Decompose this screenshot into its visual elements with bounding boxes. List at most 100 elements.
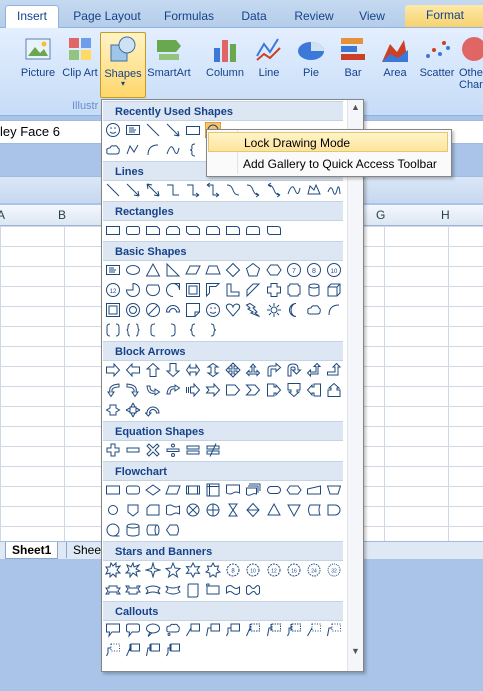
punched-tape-shape-icon[interactable] bbox=[165, 502, 181, 518]
cloud-shape-icon[interactable] bbox=[306, 302, 322, 318]
curved-left-arrow-shape-icon[interactable] bbox=[125, 382, 141, 398]
predefined-process-shape-icon[interactable] bbox=[185, 482, 201, 498]
process-shape-icon[interactable] bbox=[105, 482, 121, 498]
multiply-shape-icon[interactable] bbox=[145, 442, 161, 458]
curved-arrow-icon[interactable] bbox=[245, 182, 261, 198]
plus-shape-icon[interactable] bbox=[105, 442, 121, 458]
extract-shape-icon[interactable] bbox=[266, 502, 282, 518]
line-chart-button[interactable]: Line bbox=[247, 32, 291, 96]
textbox-shape-icon[interactable] bbox=[125, 122, 141, 138]
explosion1-shape-icon[interactable] bbox=[105, 562, 121, 578]
snip-corner-rectangle-icon[interactable] bbox=[145, 222, 161, 238]
off-page-connector-shape-icon[interactable] bbox=[125, 502, 141, 518]
connector-shape-icon[interactable] bbox=[105, 502, 121, 518]
sheet-tab-1[interactable]: Sheet1 bbox=[5, 542, 59, 559]
line-callout-2-border-accent-icon[interactable] bbox=[145, 642, 161, 658]
down-ribbon-shape-icon[interactable] bbox=[125, 582, 141, 598]
sun-shape-icon[interactable] bbox=[266, 302, 282, 318]
sort-shape-icon[interactable] bbox=[245, 502, 261, 518]
column-header[interactable]: B bbox=[58, 208, 66, 222]
pie-shape-icon[interactable] bbox=[125, 282, 141, 298]
left-right-arrow-callout-icon[interactable] bbox=[105, 402, 121, 418]
rounded-rectangle-icon[interactable] bbox=[125, 222, 141, 238]
donut-shape-icon[interactable] bbox=[125, 302, 141, 318]
arrow-shape-icon[interactable] bbox=[165, 122, 181, 138]
quad-arrow-shape-icon[interactable] bbox=[225, 362, 242, 378]
equal-shape-icon[interactable] bbox=[185, 442, 201, 458]
chord-shape-icon[interactable] bbox=[145, 282, 161, 298]
manual-input-shape-icon[interactable] bbox=[306, 482, 322, 498]
column-header[interactable]: A bbox=[0, 208, 5, 222]
star-5-point-icon[interactable] bbox=[165, 562, 182, 578]
not-equal-shape-icon[interactable] bbox=[205, 442, 221, 458]
arrow-shape-icon[interactable] bbox=[125, 182, 141, 198]
alternate-process-shape-icon[interactable] bbox=[125, 482, 141, 498]
pie-chart-button[interactable]: Pie bbox=[289, 32, 333, 96]
l-shape-icon[interactable] bbox=[225, 282, 241, 298]
decagon-shape-icon[interactable]: 10 bbox=[326, 262, 342, 278]
down-arrow-shape-icon[interactable] bbox=[165, 362, 181, 378]
pentagon-arrow-shape-icon[interactable] bbox=[225, 382, 241, 398]
scroll-down-icon[interactable]: ▼ bbox=[351, 646, 360, 656]
right-arrow-callout-icon[interactable] bbox=[266, 382, 282, 398]
cross-shape-icon[interactable] bbox=[266, 282, 282, 298]
horizontal-scroll-icon[interactable] bbox=[205, 582, 221, 598]
scroll-up-icon[interactable]: ▲ bbox=[351, 102, 360, 112]
snip-diagonal-rectangle-icon[interactable] bbox=[185, 222, 201, 238]
column-chart-button[interactable]: Column bbox=[203, 32, 247, 96]
textbox-shape-icon[interactable] bbox=[105, 262, 121, 278]
right-brace-shape-icon[interactable] bbox=[205, 322, 221, 338]
curved-connector-icon[interactable] bbox=[225, 182, 241, 198]
pentagon-shape-icon[interactable] bbox=[245, 262, 261, 278]
sequential-access-storage-icon[interactable] bbox=[105, 522, 121, 538]
tab-insert[interactable]: Insert bbox=[5, 5, 59, 28]
decision-shape-icon[interactable] bbox=[145, 482, 161, 498]
arc-shape-icon[interactable] bbox=[145, 142, 161, 158]
delay-shape-icon[interactable] bbox=[326, 502, 342, 518]
left-arrow-callout-icon[interactable] bbox=[306, 382, 322, 398]
cube-shape-icon[interactable] bbox=[326, 282, 342, 298]
clipart-button[interactable]: Clip Art bbox=[58, 32, 102, 96]
curved-down-ribbon-icon[interactable] bbox=[165, 582, 181, 598]
half-frame-shape-icon[interactable] bbox=[205, 282, 221, 298]
elbow-arrow-icon[interactable] bbox=[185, 182, 201, 198]
chevron-shape-icon[interactable] bbox=[245, 382, 261, 398]
area-chart-button[interactable]: Area bbox=[373, 32, 417, 96]
star-6-point-icon[interactable] bbox=[185, 562, 201, 578]
teardrop-shape-icon[interactable] bbox=[165, 282, 181, 298]
curve-shape-icon[interactable] bbox=[165, 142, 181, 158]
scribble-shape-icon[interactable] bbox=[326, 182, 342, 198]
heptagon-shape-icon[interactable]: 7 bbox=[286, 262, 302, 278]
line-callout-1-icon[interactable] bbox=[185, 622, 201, 638]
line-callout-3-no-border-icon[interactable] bbox=[105, 642, 121, 658]
quad-arrow-callout-icon[interactable] bbox=[125, 402, 141, 418]
double-arrow-shape-icon[interactable] bbox=[145, 182, 161, 198]
diagonal-stripe-icon[interactable] bbox=[245, 282, 261, 298]
line-callout-3-icon[interactable] bbox=[225, 622, 241, 638]
division-shape-icon[interactable] bbox=[165, 442, 181, 458]
notched-right-arrow-shape-icon[interactable] bbox=[205, 382, 221, 398]
line-callout-3-border-accent-icon[interactable] bbox=[165, 642, 181, 658]
smiley-face-shape-icon[interactable] bbox=[205, 302, 221, 318]
snip-same-side-rectangle-icon[interactable] bbox=[165, 222, 181, 238]
no-symbol-shape-icon[interactable] bbox=[145, 302, 161, 318]
rectangle-shape-icon[interactable] bbox=[185, 122, 201, 138]
octagon-shape-icon[interactable]: 8 bbox=[306, 262, 322, 278]
freeform-shape-icon[interactable] bbox=[306, 182, 322, 198]
or-shape-icon[interactable] bbox=[205, 502, 221, 518]
bevel-shape-icon[interactable] bbox=[105, 302, 121, 318]
left-up-arrow-shape-icon[interactable] bbox=[306, 362, 322, 378]
line-shape-icon[interactable] bbox=[145, 122, 161, 138]
tab-format[interactable]: Format bbox=[405, 5, 483, 27]
internal-storage-shape-icon[interactable] bbox=[205, 482, 221, 498]
oval-callout-icon[interactable] bbox=[145, 622, 161, 638]
name-box[interactable]: ley Face 6 bbox=[0, 124, 60, 139]
column-header[interactable]: G bbox=[376, 208, 385, 222]
cloud-callout-icon[interactable] bbox=[165, 622, 181, 638]
tab-view[interactable]: View bbox=[352, 6, 392, 26]
curved-up-arrow-shape-icon[interactable] bbox=[145, 382, 161, 398]
minus-shape-icon[interactable] bbox=[125, 442, 141, 458]
frame-shape-icon[interactable] bbox=[185, 282, 201, 298]
line-callout-2-accent-bar-icon[interactable] bbox=[266, 622, 282, 638]
merge-shape-icon[interactable] bbox=[286, 502, 302, 518]
